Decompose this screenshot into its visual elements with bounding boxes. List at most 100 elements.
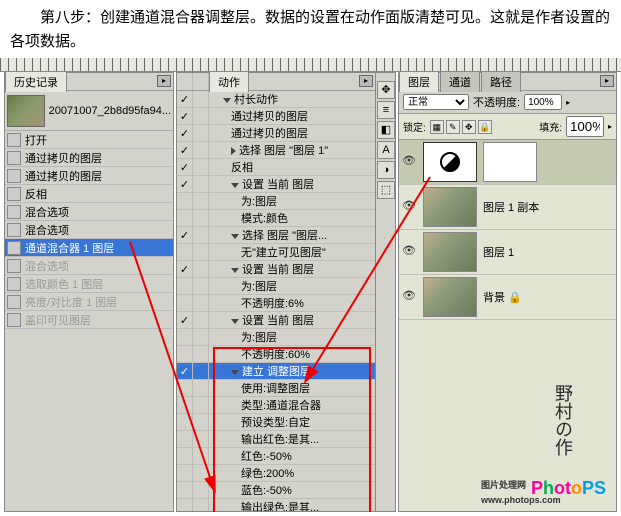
- action-item[interactable]: ✓建立 调整图层: [177, 363, 375, 380]
- panel-menu-icon[interactable]: ▸: [359, 75, 373, 87]
- history-item[interactable]: 混合选项: [5, 203, 173, 221]
- tab-actions[interactable]: 动作: [209, 72, 249, 92]
- action-item[interactable]: 无"建立可见图层": [177, 244, 375, 261]
- history-item[interactable]: 盖印可见图层: [5, 311, 173, 329]
- action-modal-box[interactable]: [193, 176, 209, 192]
- layer-name[interactable]: 背景 🔒: [483, 289, 522, 305]
- dropdown-icon[interactable]: ▸: [608, 122, 612, 131]
- panel-menu-icon[interactable]: ▸: [157, 75, 171, 87]
- action-item[interactable]: 蓝色:-50%: [177, 482, 375, 499]
- history-item[interactable]: 通道混合器 1 图层: [5, 239, 173, 257]
- tool-button-2[interactable]: ◧: [377, 121, 395, 139]
- action-check[interactable]: [177, 482, 193, 498]
- action-item[interactable]: ✓反相: [177, 159, 375, 176]
- action-modal-box[interactable]: [193, 414, 209, 430]
- tool-button-0[interactable]: ✥: [377, 81, 395, 99]
- action-modal-box[interactable]: [193, 363, 209, 379]
- history-item[interactable]: 打开: [5, 131, 173, 149]
- action-check[interactable]: [177, 329, 193, 345]
- action-item[interactable]: ✓设置 当前 图层: [177, 312, 375, 329]
- action-item[interactable]: ✓选择 图层 "图层 1": [177, 142, 375, 159]
- action-item[interactable]: 为:图层: [177, 329, 375, 346]
- fill-input[interactable]: [566, 116, 604, 137]
- action-item[interactable]: 模式:颜色: [177, 210, 375, 227]
- lock-move-icon[interactable]: ✥: [462, 120, 476, 134]
- history-item[interactable]: 反相: [5, 185, 173, 203]
- action-modal-box[interactable]: [193, 193, 209, 209]
- action-item[interactable]: 绿色:200%: [177, 465, 375, 482]
- action-check[interactable]: [177, 210, 193, 226]
- action-modal-box[interactable]: [193, 482, 209, 498]
- action-check[interactable]: [177, 499, 193, 511]
- action-modal-box[interactable]: [193, 278, 209, 294]
- visibility-icon[interactable]: 👁: [401, 199, 417, 215]
- history-item[interactable]: 通过拷贝的图层: [5, 167, 173, 185]
- action-item[interactable]: 为:图层: [177, 278, 375, 295]
- tool-button-1[interactable]: ≡: [377, 101, 395, 119]
- history-item[interactable]: 混合选项: [5, 257, 173, 275]
- action-modal-box[interactable]: [193, 431, 209, 447]
- action-item[interactable]: 类型:通道混合器: [177, 397, 375, 414]
- action-modal-box[interactable]: [193, 210, 209, 226]
- action-check[interactable]: ✓: [177, 363, 193, 379]
- action-modal-box[interactable]: [193, 380, 209, 396]
- action-modal-box[interactable]: [193, 125, 209, 141]
- action-item[interactable]: 不透明度:6%: [177, 295, 375, 312]
- lock-all-icon[interactable]: 🔒: [478, 120, 492, 134]
- action-check[interactable]: ✓: [177, 142, 193, 158]
- action-check[interactable]: ✓: [177, 108, 193, 124]
- layer-name[interactable]: 图层 1 副本: [483, 199, 539, 215]
- history-item[interactable]: 亮度/对比度 1 图层: [5, 293, 173, 311]
- opacity-input[interactable]: [524, 94, 562, 110]
- action-check[interactable]: ✓: [177, 176, 193, 192]
- history-item[interactable]: 混合选项: [5, 221, 173, 239]
- action-item[interactable]: 输出绿色:是其...: [177, 499, 375, 511]
- action-check[interactable]: [177, 278, 193, 294]
- action-check[interactable]: [177, 414, 193, 430]
- action-item[interactable]: ✓选择 图层 "图层...: [177, 227, 375, 244]
- action-modal-box[interactable]: [193, 244, 209, 260]
- tab-layers[interactable]: 图层: [399, 72, 439, 92]
- action-item[interactable]: ✓设置 当前 图层: [177, 261, 375, 278]
- action-modal-box[interactable]: [193, 448, 209, 464]
- layer-row[interactable]: 👁 图层 1 副本: [399, 185, 616, 230]
- action-modal-box[interactable]: [193, 346, 209, 362]
- action-item[interactable]: 使用:调整图层: [177, 380, 375, 397]
- action-check[interactable]: [177, 465, 193, 481]
- blend-mode-select[interactable]: 正常: [403, 94, 469, 110]
- action-check[interactable]: [177, 346, 193, 362]
- tab-history[interactable]: 历史记录: [5, 72, 67, 92]
- visibility-icon[interactable]: 👁: [401, 154, 417, 170]
- action-check[interactable]: ✓: [177, 261, 193, 277]
- action-item[interactable]: 不透明度:60%: [177, 346, 375, 363]
- action-check[interactable]: ✓: [177, 159, 193, 175]
- snapshot-row[interactable]: 20071007_2b8d95fa94...: [5, 91, 173, 131]
- tool-button-4[interactable]: ◑: [377, 161, 395, 179]
- layer-row[interactable]: 👁: [399, 140, 616, 185]
- history-item[interactable]: 选取颜色 1 图层: [5, 275, 173, 293]
- action-modal-box[interactable]: [193, 261, 209, 277]
- action-item[interactable]: ✓设置 当前 图层: [177, 176, 375, 193]
- layer-row[interactable]: 👁 图层 1: [399, 230, 616, 275]
- action-check[interactable]: ✓: [177, 125, 193, 141]
- layer-name[interactable]: 图层 1: [483, 244, 514, 260]
- visibility-icon[interactable]: 👁: [401, 244, 417, 260]
- action-modal-box[interactable]: [193, 329, 209, 345]
- action-item[interactable]: 为:图层: [177, 193, 375, 210]
- action-check[interactable]: ✓: [177, 227, 193, 243]
- action-modal-box[interactable]: [193, 465, 209, 481]
- action-check[interactable]: [177, 397, 193, 413]
- layer-row[interactable]: 👁 背景 🔒: [399, 275, 616, 320]
- action-modal-box[interactable]: [193, 499, 209, 511]
- action-check[interactable]: [177, 380, 193, 396]
- action-modal-box[interactable]: [193, 159, 209, 175]
- action-item[interactable]: ✓通过拷贝的图层: [177, 125, 375, 142]
- visibility-icon[interactable]: 👁: [401, 289, 417, 305]
- tab-channels[interactable]: 通道: [440, 72, 480, 92]
- panel-menu-icon[interactable]: ▸: [600, 75, 614, 87]
- lock-transparent-icon[interactable]: ▦: [430, 120, 444, 134]
- tab-paths[interactable]: 路径: [481, 72, 521, 92]
- action-item[interactable]: 红色:-50%: [177, 448, 375, 465]
- action-item[interactable]: 预设类型:自定: [177, 414, 375, 431]
- action-check[interactable]: [177, 244, 193, 260]
